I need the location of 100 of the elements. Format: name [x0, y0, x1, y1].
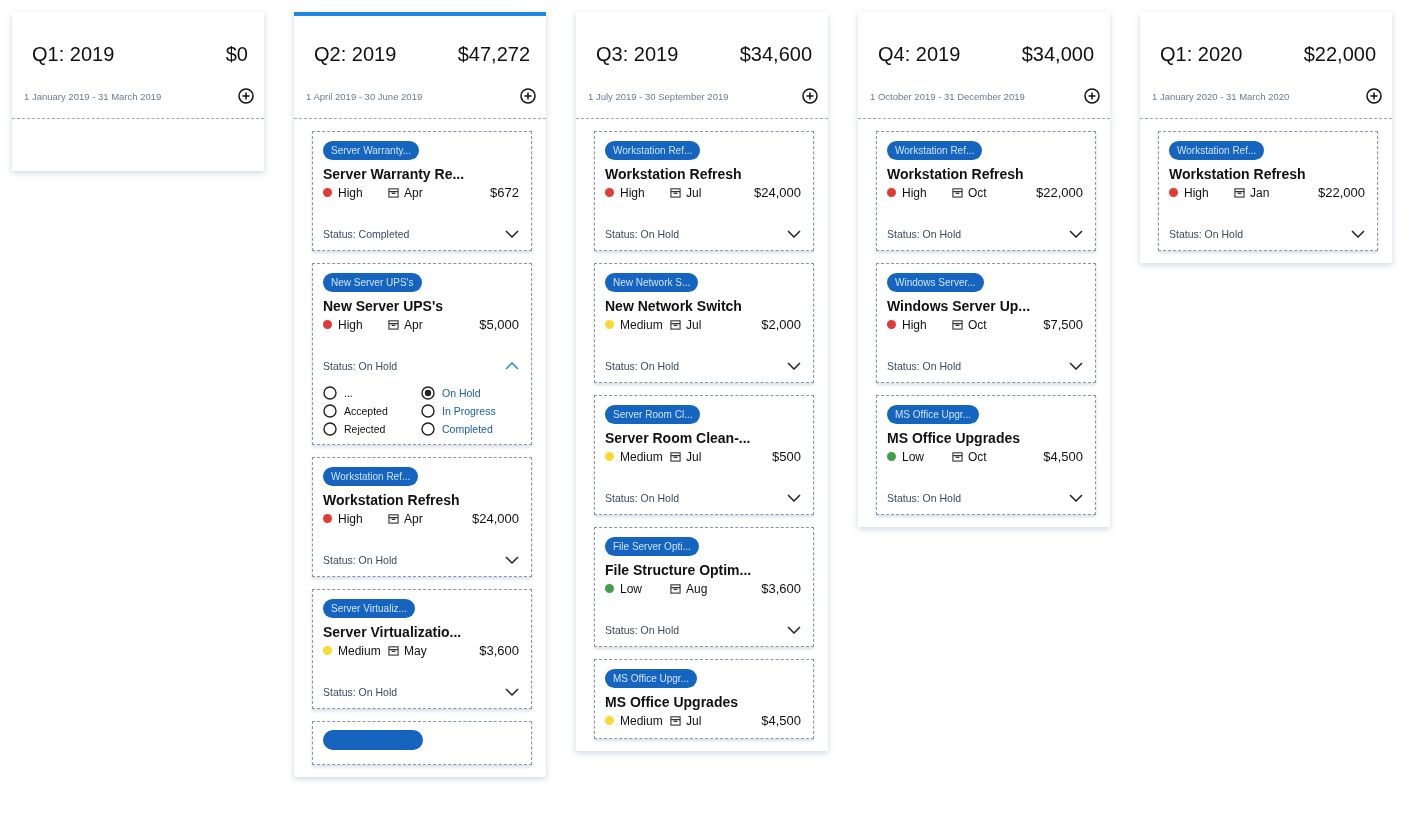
month-label: Oct [968, 185, 988, 200]
card-title: Server Virtualizatio... [323, 624, 463, 640]
card-title: Workstation Refresh [323, 492, 461, 508]
task-card[interactable]: New Network S... New Network Switch Medium Jul $2,000 Status: On Hold [594, 263, 814, 383]
add-icon[interactable] [238, 88, 254, 104]
quarter-title: Q1: 2020 [1160, 42, 1243, 66]
add-icon[interactable] [520, 88, 536, 104]
card-title: Windows Server Up... [887, 298, 1031, 314]
option-label: In Progress [442, 405, 496, 417]
chevron-down-icon[interactable] [1069, 362, 1083, 370]
option-label: ... [344, 387, 353, 399]
tag-pill: Server Warranty... [323, 141, 419, 160]
month-label: Jul [686, 713, 703, 728]
chevron-down-icon[interactable] [505, 230, 519, 238]
task-card[interactable]: Server Room Cl... Server Room Clean-... Medium Jul $500 Status: On Hold [594, 395, 814, 515]
chevron-down-icon[interactable] [505, 556, 519, 564]
quarter-title: Q4: 2019 [878, 42, 961, 66]
option-label: Rejected [344, 423, 386, 435]
calendar-icon [952, 451, 963, 462]
card-title: New Server UPS's [323, 298, 445, 314]
date-range: 1 October 2019 - 31 December 2019 [870, 90, 1025, 102]
radio-button[interactable] [421, 404, 435, 418]
month-label: May [404, 643, 428, 658]
date-range: 1 January 2020 - 31 March 2020 [1152, 90, 1290, 102]
calendar-icon [388, 513, 399, 524]
month-label: Aug [686, 581, 709, 596]
task-card[interactable]: Workstation Ref... Workstation Refresh High Jul $24,000 Status: On Hold [594, 131, 814, 251]
priority-label: High [620, 185, 646, 200]
quarter-title: Q3: 2019 [596, 42, 679, 66]
tag-pill: Workstation Ref... [323, 467, 419, 486]
status-label: Status: On Hold [605, 360, 680, 372]
task-card[interactable]: Server Warranty... Server Warranty Re... High Apr $672 Status: Completed [312, 131, 532, 251]
priority-label: High [338, 511, 364, 526]
chevron-down-icon[interactable] [787, 626, 801, 634]
amount: $2,000 [761, 317, 801, 332]
task-card[interactable]: Windows Server... Windows Server Up... High Oct $7,500 Status: On Hold [876, 263, 1096, 383]
tag-pill: File Server Opti... [605, 537, 699, 556]
calendar-icon [1234, 187, 1245, 198]
amount: $4,500 [761, 713, 801, 728]
radio-button[interactable] [323, 404, 337, 418]
card-title: Workstation Refresh [605, 166, 743, 182]
priority-label: Low [902, 449, 925, 464]
option-label: On Hold [442, 387, 481, 399]
calendar-icon [388, 319, 399, 330]
month-label: Apr [404, 511, 424, 526]
chevron-down-icon[interactable] [787, 494, 801, 502]
amount: $5,000 [479, 317, 519, 332]
add-icon[interactable] [802, 88, 818, 104]
priority-label: Medium [620, 317, 664, 332]
tag-pill: Server Virtualiz... [323, 599, 415, 618]
tag-pill: MS Office Upgr... [605, 669, 697, 688]
task-card[interactable]: Workstation Ref... Workstation Refresh High Oct $22,000 Status: On Hold [876, 131, 1096, 251]
priority-label: High [338, 317, 364, 332]
tag-pill: Workstation Ref... [1169, 141, 1265, 160]
quarter-total: $0 [225, 42, 248, 66]
chevron-down-icon[interactable] [787, 230, 801, 238]
task-card[interactable]: Server Virtualiz... Server Virtualizatio... Medium May $3,600 Status: On Hold [312, 589, 532, 709]
card-title: Server Warranty Re... [323, 166, 466, 182]
status-label: Status: On Hold [887, 360, 962, 372]
card-title: Workstation Refresh [887, 166, 1025, 182]
task-card[interactable]: Workstation Ref... Workstation Refresh High Jan $22,000 Status: On Hold [1158, 131, 1378, 251]
chevron-down-icon[interactable] [1069, 494, 1083, 502]
radio-selected[interactable] [421, 386, 435, 400]
radio-button[interactable] [323, 422, 337, 436]
quarter-total: $22,000 [1303, 42, 1376, 66]
status-label: Status: On Hold [605, 624, 680, 636]
month-label: Oct [968, 317, 988, 332]
priority-label: High [902, 185, 928, 200]
status-label: Status: On Hold [605, 492, 680, 504]
priority-label: High [1184, 185, 1210, 200]
card-title: File Structure Optim... [605, 562, 753, 578]
chevron-down-icon[interactable] [505, 688, 519, 696]
status-label: Status: On Hold [887, 492, 962, 504]
chevron-down-icon[interactable] [1069, 230, 1083, 238]
add-icon[interactable] [1366, 88, 1382, 104]
status-label: Status: On Hold [887, 228, 962, 240]
quarter-total: $34,600 [739, 42, 812, 66]
date-range: 1 July 2019 - 30 September 2019 [588, 90, 729, 102]
card-title: Workstation Refresh [1169, 166, 1307, 182]
add-icon[interactable] [1084, 88, 1100, 104]
task-card[interactable]: MS Office Upgr... MS Office Upgrades Low Oct $4,500 Status: On Hold [876, 395, 1096, 515]
chevron-down-icon[interactable] [1351, 230, 1365, 238]
task-card[interactable]: Workstation Ref... Workstation Refresh High Apr $24,000 Status: On Hold [312, 457, 532, 577]
priority-label: Low [620, 581, 643, 596]
month-label: Jul [686, 449, 703, 464]
radio-button[interactable] [421, 422, 435, 436]
status-label: Status: On Hold [323, 554, 398, 566]
amount: $500 [772, 449, 801, 464]
task-card[interactable]: MS Office Upgr... MS Office Upgrades Medium Jul $4,500 [594, 659, 814, 739]
task-card[interactable] [312, 721, 532, 765]
task-card[interactable]: New Server UPS's New Server UPS's High Apr $5,000 Status: On Hold ... On Hold Accepted In Progress Rejected Completed [312, 263, 532, 445]
radio-button[interactable] [323, 386, 337, 400]
chevron-up-icon[interactable] [505, 362, 519, 370]
status-label: Status: On Hold [1169, 228, 1244, 240]
date-range: 1 April 2019 - 30 June 2019 [306, 90, 423, 102]
task-card[interactable]: File Server Opti... File Structure Optim... Low Aug $3,600 Status: On Hold [594, 527, 814, 647]
calendar-icon [670, 451, 681, 462]
chevron-down-icon[interactable] [787, 362, 801, 370]
calendar-icon [670, 583, 681, 594]
option-label: Accepted [344, 405, 388, 417]
